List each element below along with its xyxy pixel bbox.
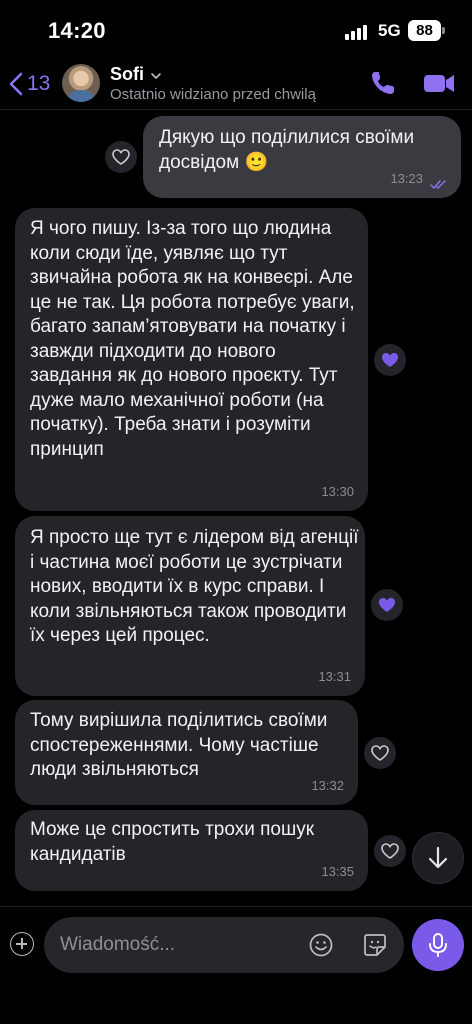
chevron-left-icon [9, 72, 23, 96]
message-text: Тому вирішила поділитись своїми спостере… [30, 710, 328, 780]
microphone-icon [429, 933, 447, 957]
message-bubble-incoming[interactable]: Я просто ще тут є лідером від агенції і … [15, 516, 365, 696]
heart-filled-icon [379, 598, 395, 612]
message-text: Я чого пишу. Із-за того що людина коли с… [30, 218, 355, 460]
scroll-to-bottom-button[interactable] [412, 832, 464, 884]
last-seen-status: Ostatnio widziano przed chwilą [110, 86, 316, 103]
message-text: Я просто ще тут є лідером від агенції і … [30, 527, 359, 646]
read-ticks-icon [430, 180, 446, 189]
message-composer [0, 906, 472, 1024]
sticker-icon[interactable] [362, 932, 388, 958]
reaction-button[interactable] [364, 737, 396, 769]
arrow-down-icon [428, 846, 448, 869]
reaction-button[interactable] [105, 141, 137, 173]
status-bar: 14:20 5G 88 [0, 0, 472, 58]
video-icon[interactable] [422, 68, 456, 98]
message-list[interactable]: Дякую що поділилися своїми досвідом 🙂 13… [0, 111, 472, 906]
heart-filled-icon [382, 353, 398, 367]
message-time: 13:32 [311, 777, 344, 793]
heart-outline-icon [381, 843, 399, 859]
message-input[interactable] [60, 931, 290, 959]
message-bubble-incoming[interactable]: Може це спростить трохи пошук кандидатів… [15, 810, 368, 891]
voice-message-button[interactable] [412, 919, 464, 971]
status-time: 14:20 [48, 18, 106, 43]
avatar[interactable] [62, 64, 100, 102]
emoji-icon[interactable] [308, 932, 334, 958]
cellular-signal-icon [345, 24, 371, 40]
message-time: 13:30 [321, 483, 354, 499]
message-input-container[interactable] [44, 917, 404, 973]
contact-name[interactable]: Sofi [110, 64, 144, 85]
reaction-button[interactable] [374, 835, 406, 867]
message-bubble-incoming[interactable]: Я чого пишу. Із-за того що людина коли с… [15, 208, 368, 511]
message-time: 13:23 [390, 170, 423, 186]
battery-icon: 88 [408, 20, 441, 41]
message-bubble-outgoing[interactable]: Дякую що поділилися своїми досвідом 🙂 13… [143, 116, 461, 198]
network-type: 5G [378, 21, 401, 40]
reaction-button[interactable] [374, 344, 406, 376]
attach-plus-button[interactable] [10, 932, 34, 956]
heart-outline-icon [371, 745, 389, 761]
message-text: Може це спростить трохи пошук кандидатів [30, 819, 315, 865]
back-button[interactable]: 13 [6, 68, 50, 100]
message-time: 13:31 [318, 668, 351, 684]
heart-outline-icon [112, 149, 130, 165]
phone-icon[interactable] [368, 68, 398, 98]
battery-tip [442, 27, 445, 34]
chevron-down-icon[interactable] [150, 70, 162, 82]
reaction-button[interactable] [371, 589, 403, 621]
unread-count: 13 [27, 72, 51, 95]
chat-header: 13 Sofi Ostatnio widziano przed chwilą [0, 58, 472, 110]
message-time: 13:35 [321, 863, 354, 879]
message-bubble-incoming[interactable]: Тому вирішила поділитись своїми спостере… [15, 700, 358, 805]
